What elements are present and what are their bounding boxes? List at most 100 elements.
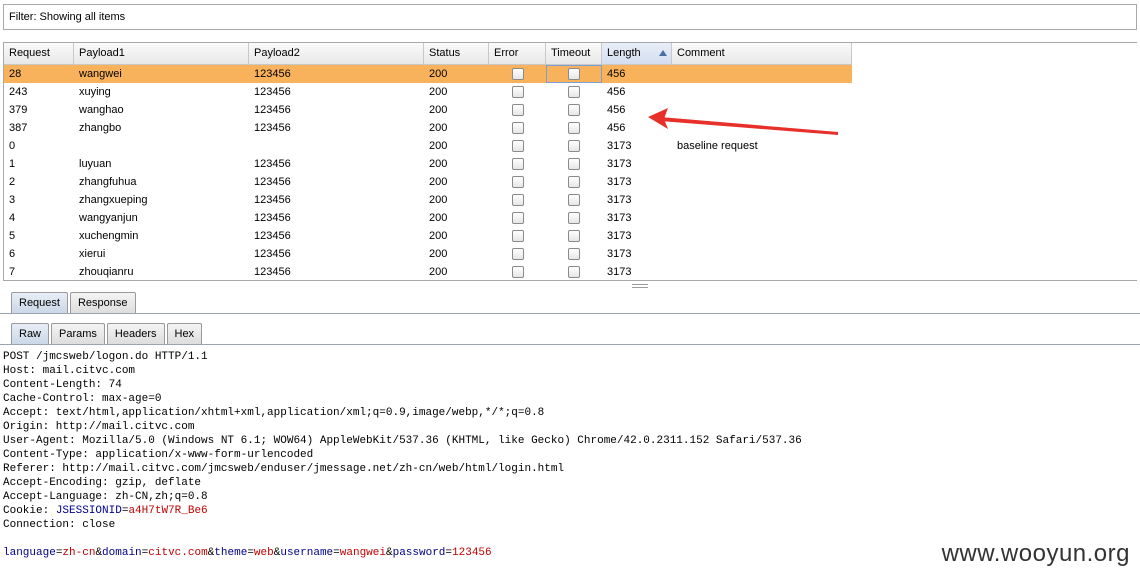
column-header-length[interactable]: Length (602, 43, 672, 64)
table-row[interactable]: 3 zhangxueping 123456 200 3173 (4, 191, 852, 209)
filter-bar[interactable]: Filter: Showing all items (3, 4, 1137, 30)
length-cell: 3173 (607, 158, 632, 170)
length-cell: 456 (607, 86, 626, 98)
error-cell (489, 137, 546, 155)
pane-splitter-handle[interactable] (632, 284, 648, 288)
timeout-cell (546, 65, 602, 83)
error-checkbox[interactable] (511, 158, 524, 170)
subtab-raw[interactable]: Raw (11, 323, 50, 345)
error-checkbox[interactable] (511, 194, 524, 206)
status-cell: 200 (429, 122, 448, 134)
subtab-hex[interactable]: Hex (166, 323, 203, 345)
timeout-checkbox[interactable] (568, 266, 580, 278)
status-cell: 200 (429, 194, 448, 206)
length-cell: 456 (607, 68, 626, 80)
payload2-cell: 123456 (254, 86, 291, 98)
timeout-checkbox[interactable] (568, 86, 580, 98)
error-checkbox[interactable] (511, 176, 524, 188)
column-header-timeout[interactable]: Timeout (546, 43, 602, 64)
subtab-params[interactable]: Params (51, 323, 105, 345)
connection-line: Connection: close (3, 519, 116, 531)
column-header-comment[interactable]: Comment (672, 43, 852, 64)
length-cell: 3173 (607, 212, 632, 224)
error-checkbox[interactable] (511, 248, 524, 260)
column-header-status[interactable]: Status (424, 43, 489, 64)
error-checkbox[interactable] (511, 212, 524, 224)
timeout-checkbox[interactable] (568, 230, 580, 242)
error-cell (489, 83, 546, 101)
table-row[interactable]: 4 wangyanjun 123456 200 3173 (4, 209, 852, 227)
cookie-line: Cookie: JSESSIONID=a4H7tW7R_Be6 (3, 504, 1137, 518)
payload1-cell: zhouqianru (79, 266, 134, 278)
timeout-checkbox[interactable] (568, 176, 580, 188)
column-header-payload2[interactable]: Payload2 (249, 43, 424, 64)
timeout-checkbox[interactable] (568, 212, 580, 224)
table-body: 28 wangwei 123456 200 456 243 xuying 123456 200 4… (4, 65, 852, 280)
table-row[interactable]: 28 wangwei 123456 200 456 (4, 65, 852, 83)
status-cell: 200 (429, 158, 448, 170)
results-table[interactable]: Request Payload1 Payload2 Status Error Timeou… (3, 42, 1137, 281)
column-header-error[interactable]: Error (489, 43, 546, 64)
main-tabs: Request Response (11, 292, 138, 314)
error-checkbox[interactable] (511, 68, 524, 80)
error-checkbox[interactable] (511, 266, 524, 278)
tab-request[interactable]: Request (11, 292, 68, 314)
request-cell: 3 (9, 194, 16, 206)
timeout-cell (546, 83, 602, 101)
payload1-cell: xuying (79, 86, 111, 98)
tab-response[interactable]: Response (69, 292, 136, 314)
timeout-checkbox[interactable] (568, 122, 580, 134)
timeout-checkbox[interactable] (568, 194, 580, 206)
table-row[interactable]: 7 zhouqianru 123456 200 3173 (4, 263, 852, 280)
table-row[interactable]: 2 zhangfuhua 123456 200 3173 (4, 173, 852, 191)
error-checkbox[interactable] (511, 86, 524, 98)
table-row[interactable]: 243 xuying 123456 200 456 (4, 83, 852, 101)
timeout-checkbox[interactable] (568, 158, 580, 170)
annotation-arrow-shaft (660, 117, 838, 135)
comment-cell (672, 173, 852, 191)
payload2-cell: 123456 (254, 104, 291, 116)
payload2-cell: 123456 (254, 158, 291, 170)
request-header-line: Accept-Encoding: gzip, deflate (3, 477, 202, 489)
error-checkbox[interactable] (511, 104, 524, 116)
timeout-checkbox[interactable] (568, 104, 580, 116)
subtab-headers[interactable]: Headers (106, 323, 165, 345)
cookie-label: Cookie: (3, 505, 56, 517)
request-cell: 28 (9, 68, 22, 80)
error-checkbox[interactable] (511, 122, 524, 134)
param-key: language (3, 547, 56, 559)
table-header: Request Payload1 Payload2 Status Error Timeou… (4, 43, 852, 65)
timeout-checkbox[interactable] (568, 68, 580, 80)
status-cell: 200 (429, 230, 448, 242)
payload2-cell: 123456 (254, 230, 291, 242)
error-cell (489, 191, 546, 209)
timeout-cell (546, 137, 602, 155)
request-cell: 387 (9, 122, 28, 134)
column-header-payload1[interactable]: Payload1 (74, 43, 249, 64)
request-header-line: Content-Length: 74 (3, 379, 122, 391)
table-row[interactable]: 5 xuchengmin 123456 200 3173 (4, 227, 852, 245)
timeout-cell (546, 245, 602, 263)
table-row[interactable]: 1 luyuan 123456 200 3173 (4, 155, 852, 173)
payload1-cell: xierui (79, 248, 106, 260)
timeout-cell (546, 263, 602, 280)
timeout-checkbox[interactable] (568, 248, 580, 260)
payload1-cell: wangwei (79, 68, 122, 80)
comment-cell (672, 155, 852, 173)
error-checkbox[interactable] (511, 230, 524, 242)
payload2-cell: 123456 (254, 176, 291, 188)
error-checkbox[interactable] (511, 140, 524, 152)
sub-tabs-divider (0, 344, 1140, 345)
status-cell: 200 (429, 212, 448, 224)
table-row[interactable]: 6 xierui 123456 200 3173 (4, 245, 852, 263)
timeout-checkbox[interactable] (568, 140, 580, 152)
timeout-cell (546, 173, 602, 191)
param-key: domain (102, 547, 142, 559)
payload1-cell: zhangfuhua (79, 176, 137, 188)
column-header-request[interactable]: Request (4, 43, 74, 64)
param-equals: = (333, 547, 340, 559)
request-header-line: Cache-Control: max-age=0 (3, 393, 162, 405)
annotation-arrow (648, 108, 838, 135)
status-cell: 200 (429, 140, 448, 152)
comment-cell (672, 191, 852, 209)
